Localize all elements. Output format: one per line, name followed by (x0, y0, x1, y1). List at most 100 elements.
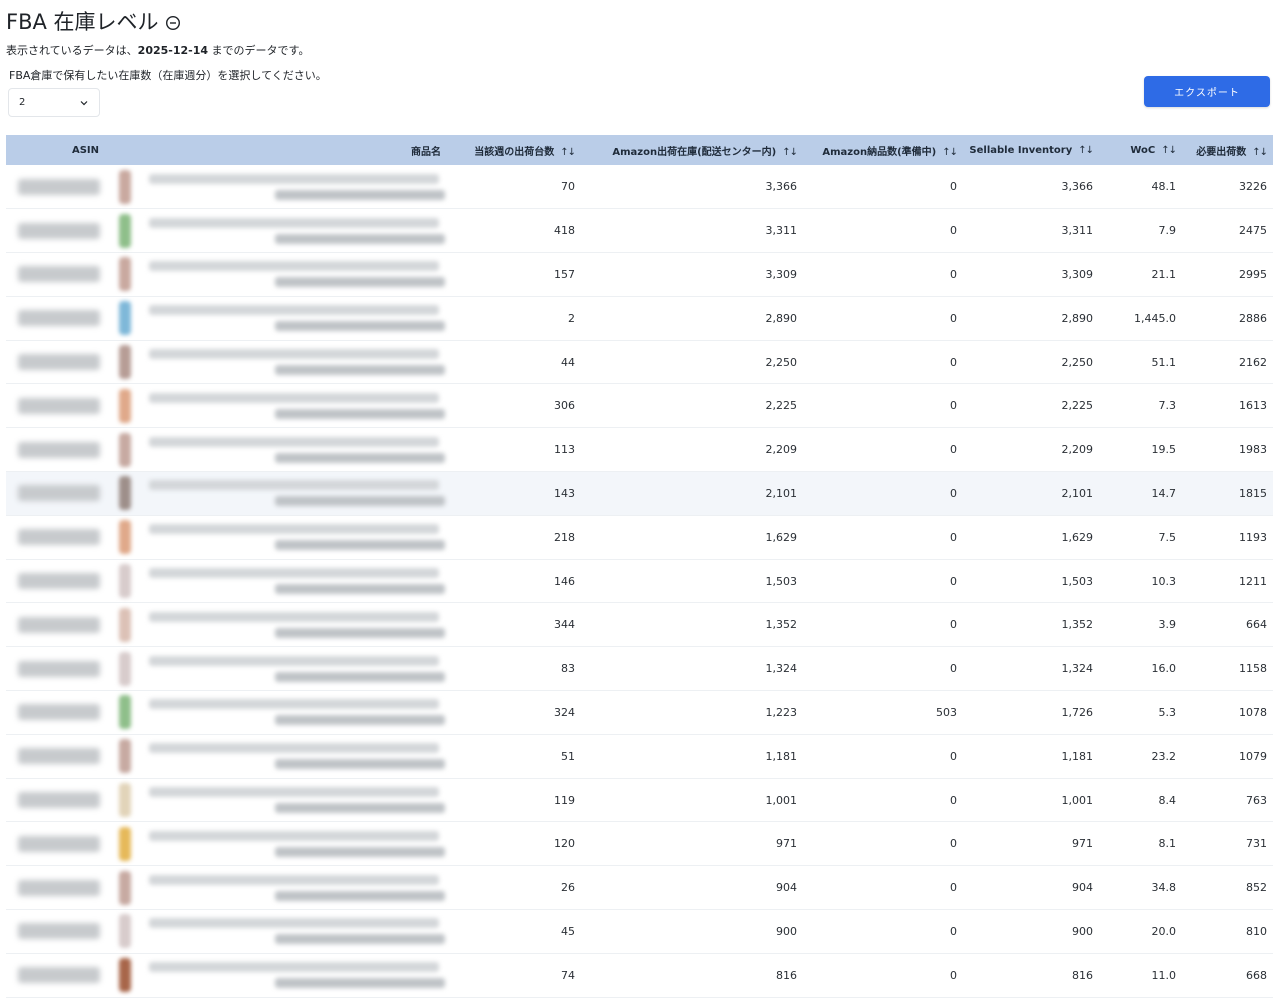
table-row[interactable]: 2 2,890 0 2,890 1,445.0 2886 (6, 296, 1273, 341)
table-row[interactable]: 418 3,311 0 3,311 7.9 2475 (6, 209, 1273, 253)
cell-weekly-shipments: 120 (554, 837, 575, 851)
cell-amazon-inbound: 0 (950, 574, 957, 588)
cell-asin (6, 866, 105, 910)
table-body: 70 3,366 0 3,366 48.1 3226 418 3,311 0 3,311 7.9 24… (6, 165, 1273, 998)
header-amazon-inbound[interactable]: Amazon納品数(準備中) ↑↓ (803, 135, 963, 165)
header-label: ASIN (71, 144, 99, 156)
cell-amazon-stock: 1,352 (765, 618, 798, 632)
sort-icon[interactable]: ↑↓ (1161, 145, 1177, 156)
header-weekly-shipments[interactable]: 当該週の出荷台数 ↑↓ (447, 135, 581, 165)
asin-redacted (18, 967, 100, 984)
header-sellable-inventory[interactable]: Sellable Inventory ↑↓ (963, 135, 1099, 165)
sort-icon[interactable]: ↑↓ (560, 147, 576, 158)
data-date-value: 2025-12-14 (137, 44, 209, 57)
header-woc[interactable]: WoC ↑↓ (1099, 135, 1182, 165)
product-name-redacted (149, 787, 445, 814)
cell-amazon-inbound: 0 (950, 662, 957, 676)
asin-redacted (18, 879, 100, 896)
cell-woc: 51.1 (1151, 355, 1177, 369)
product-name-redacted (149, 655, 445, 682)
table-row[interactable]: 324 1,223 503 1,726 5.3 1078 (6, 691, 1273, 735)
table-row[interactable]: 113 2,209 0 2,209 19.5 1983 (6, 428, 1273, 472)
table-row[interactable]: 74 816 0 816 11.0 668 (6, 953, 1273, 998)
sort-icon[interactable]: ↑↓ (942, 147, 958, 158)
cell-woc: 21.1 (1151, 267, 1177, 281)
product-name-redacted (149, 305, 445, 332)
cell-amazon-inbound: 0 (950, 311, 957, 325)
cell-product-name (105, 384, 447, 428)
export-button[interactable]: エクスポート (1144, 76, 1270, 107)
cell-amazon-stock: 904 (776, 881, 797, 895)
asin-redacted (18, 354, 100, 371)
table-row[interactable]: 157 3,309 0 3,309 21.1 2995 (6, 253, 1273, 297)
table-row[interactable]: 344 1,352 0 1,352 3.9 664 (6, 603, 1273, 647)
product-thumbnail (119, 257, 131, 292)
product-thumbnail (119, 826, 131, 861)
table-row[interactable]: 44 2,250 0 2,250 51.1 2162 (6, 340, 1273, 384)
cell-amazon-inbound: 0 (950, 267, 957, 281)
product-thumbnail (119, 476, 131, 511)
table-row[interactable]: 218 1,629 0 1,629 7.5 1193 (6, 515, 1273, 560)
cell-product-name (105, 778, 447, 822)
cell-amazon-inbound: 0 (950, 968, 957, 982)
cell-woc: 3.9 (1158, 618, 1177, 632)
asin-redacted (18, 704, 100, 721)
cell-asin (6, 691, 105, 735)
product-name-redacted (149, 830, 445, 857)
sort-icon[interactable]: ↑↓ (1078, 145, 1094, 156)
cell-weekly-shipments: 70 (561, 180, 575, 194)
product-name-redacted (149, 261, 445, 288)
cell-amazon-inbound: 0 (950, 530, 957, 544)
table-row[interactable]: 146 1,503 0 1,503 10.3 1211 (6, 559, 1273, 603)
cell-weekly-shipments: 83 (561, 662, 575, 676)
cell-amazon-stock: 1,181 (765, 749, 798, 763)
table-row[interactable]: 83 1,324 0 1,324 16.0 1158 (6, 647, 1273, 691)
weeks-select[interactable]: 2 (8, 88, 100, 117)
cell-asin (6, 647, 105, 691)
cell-sellable-inventory: 971 (1072, 837, 1093, 851)
product-thumbnail (119, 783, 131, 818)
product-thumbnail (119, 739, 131, 774)
cell-required-shipments: 1983 (1239, 443, 1267, 457)
table-row[interactable]: 120 971 0 971 8.1 731 (6, 822, 1273, 866)
cell-woc: 8.1 (1158, 837, 1177, 851)
header-required-shipments[interactable]: 必要出荷数 ↑↓ (1182, 135, 1273, 165)
cell-product-name (105, 165, 447, 209)
product-name-redacted (149, 568, 445, 595)
product-name-redacted (149, 611, 445, 638)
cell-amazon-stock: 1,503 (765, 574, 798, 588)
collapse-circle-icon[interactable] (165, 15, 181, 31)
table-row[interactable]: 51 1,181 0 1,181 23.2 1079 (6, 734, 1273, 779)
cell-woc: 7.5 (1158, 530, 1177, 544)
table-row[interactable]: 143 2,101 0 2,101 14.7 1815 (6, 471, 1273, 516)
cell-required-shipments: 1193 (1239, 530, 1267, 544)
product-thumbnail (119, 607, 131, 642)
cell-amazon-stock: 2,225 (765, 399, 798, 413)
cell-amazon-inbound: 503 (936, 705, 957, 719)
product-thumbnail (119, 301, 131, 336)
cell-amazon-inbound: 0 (950, 180, 957, 194)
asin-redacted (18, 266, 100, 283)
table-row[interactable]: 70 3,366 0 3,366 48.1 3226 (6, 165, 1273, 209)
header-label: 必要出荷数 (1196, 146, 1247, 158)
table-row[interactable]: 45 900 0 900 20.0 810 (6, 910, 1273, 954)
header-product-name: 商品名 (105, 135, 447, 165)
header-amazon-stock[interactable]: Amazon出荷在庫(配送センター内) ↑↓ (581, 135, 803, 165)
cell-weekly-shipments: 44 (561, 355, 575, 369)
cell-weekly-shipments: 324 (554, 705, 575, 719)
table-row[interactable]: 119 1,001 0 1,001 8.4 763 (6, 778, 1273, 822)
cell-asin (6, 340, 105, 384)
cell-sellable-inventory: 2,225 (1061, 399, 1094, 413)
sort-icon[interactable]: ↑↓ (782, 147, 798, 158)
cell-asin (6, 253, 105, 297)
cell-weekly-shipments: 146 (554, 574, 575, 588)
table-row[interactable]: 26 904 0 904 34.8 852 (6, 866, 1273, 910)
cell-sellable-inventory: 1,629 (1061, 530, 1094, 544)
cell-product-name (105, 691, 447, 735)
sort-icon[interactable]: ↑↓ (1252, 147, 1268, 158)
table-row[interactable]: 306 2,225 0 2,225 7.3 1613 (6, 384, 1273, 428)
cell-sellable-inventory: 3,309 (1061, 267, 1094, 281)
cell-sellable-inventory: 2,101 (1061, 486, 1094, 500)
cell-weekly-shipments: 26 (561, 881, 575, 895)
cell-woc: 34.8 (1151, 881, 1177, 895)
